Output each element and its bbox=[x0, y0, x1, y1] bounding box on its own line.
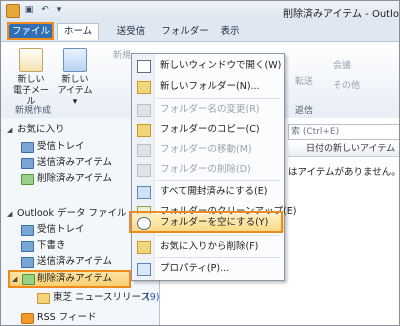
nav-rss[interactable]: RSS フィード bbox=[1, 310, 159, 325]
ribbon-more[interactable]: その他 bbox=[333, 78, 360, 91]
new-email-icon bbox=[19, 48, 43, 72]
tab-folder[interactable]: フォルダー bbox=[161, 24, 209, 40]
deleted-items-highlight bbox=[8, 270, 131, 288]
mark-read-icon bbox=[137, 186, 151, 199]
group-label-new: 新規作成 bbox=[15, 106, 52, 116]
properties-icon bbox=[137, 263, 151, 276]
collapse-icon: ◢ bbox=[7, 126, 13, 134]
rename-icon bbox=[137, 104, 151, 117]
menu-separator bbox=[156, 257, 280, 258]
title-bar: ▣ ↶ ▾ 削除済みアイテム - Outlook デ bbox=[1, 1, 399, 21]
drafts-icon bbox=[21, 241, 34, 252]
menu-rename-folder: フォルダー名の変更(R) bbox=[132, 101, 284, 119]
undo-icon[interactable]: ↶ bbox=[39, 4, 51, 16]
sent-icon bbox=[21, 158, 34, 169]
move-folder-icon bbox=[137, 144, 151, 157]
menu-mark-all-read[interactable]: すべて開封済みにする(E) bbox=[132, 183, 284, 201]
group-label-reply: 返信 bbox=[295, 106, 314, 116]
menu-move-folder: フォルダーの移動(M) bbox=[132, 141, 284, 159]
empty-folder-highlight bbox=[129, 211, 283, 233]
new-email-button[interactable]: 新しい 電子メール bbox=[11, 48, 51, 108]
tab-send-receive[interactable]: 送受信 bbox=[109, 24, 153, 40]
tab-view[interactable]: 表示 bbox=[215, 24, 245, 40]
inbox-icon bbox=[21, 142, 34, 153]
deleted-icon bbox=[21, 174, 34, 185]
rss-icon bbox=[21, 313, 34, 324]
sort-column-header[interactable]: 日付の新しいアイテム bbox=[288, 142, 399, 157]
menu-remove-favorite[interactable]: お気に入りから削除(F) bbox=[132, 238, 284, 256]
ribbon-forward[interactable]: 転送 bbox=[295, 74, 313, 87]
delete-folder-icon bbox=[137, 164, 151, 177]
menu-new-folder[interactable]: 新しいフォルダー(N)... bbox=[132, 78, 284, 96]
collapse-icon: ◢ bbox=[7, 210, 13, 218]
context-menu: 新しいウィンドウで開く(W) 新しいフォルダー(N)... フォルダー名の変更(… bbox=[131, 53, 296, 281]
favorite-remove-icon bbox=[137, 241, 151, 254]
menu-open-new-window[interactable]: 新しいウィンドウで開く(W) bbox=[132, 57, 284, 75]
menu-separator bbox=[156, 98, 280, 99]
outlook-app-icon[interactable] bbox=[6, 4, 20, 18]
tab-home[interactable]: ホーム bbox=[57, 23, 99, 40]
customize-qat-icon[interactable]: ▾ bbox=[53, 4, 65, 16]
ribbon-tabs: ファイル ホーム 送受信 フォルダー 表示 bbox=[1, 21, 399, 41]
menu-separator bbox=[156, 235, 280, 236]
menu-copy-folder[interactable]: フォルダーのコピー(C) bbox=[132, 121, 284, 139]
window-icon bbox=[137, 60, 151, 73]
ribbon-meeting[interactable]: 会議 bbox=[333, 58, 351, 71]
sent-icon bbox=[21, 257, 34, 268]
outlook-window: ▣ ↶ ▾ 削除済みアイテム - Outlook デ ファイル ホーム 送受信 … bbox=[0, 0, 400, 326]
save-icon[interactable]: ▣ bbox=[23, 4, 35, 16]
menu-properties[interactable]: プロパティ(P)... bbox=[132, 260, 284, 278]
ribbon-new-small[interactable]: 新規 bbox=[113, 48, 131, 61]
folder-icon bbox=[37, 293, 50, 304]
search-input[interactable]: 索 (Ctrl+E) bbox=[288, 124, 399, 140]
file-tab-highlight bbox=[7, 22, 54, 40]
menu-separator bbox=[156, 180, 280, 181]
copy-folder-icon bbox=[137, 124, 151, 137]
inbox-icon bbox=[21, 225, 34, 236]
new-folder-icon bbox=[137, 81, 151, 94]
menu-delete-folder: フォルダーの削除(D) bbox=[132, 161, 284, 179]
new-items-button[interactable]: 新しい アイテム ▾ bbox=[55, 48, 95, 108]
new-items-label: 新しい アイテム ▾ bbox=[57, 75, 93, 107]
new-items-icon bbox=[63, 48, 87, 72]
window-title: 削除済みアイテム - Outlook デ bbox=[283, 9, 399, 20]
empty-folder-message: はアイテムがありません。 bbox=[288, 167, 400, 178]
nav-subfolder[interactable]: 東芝 ニュースリリース (9) bbox=[1, 290, 159, 306]
